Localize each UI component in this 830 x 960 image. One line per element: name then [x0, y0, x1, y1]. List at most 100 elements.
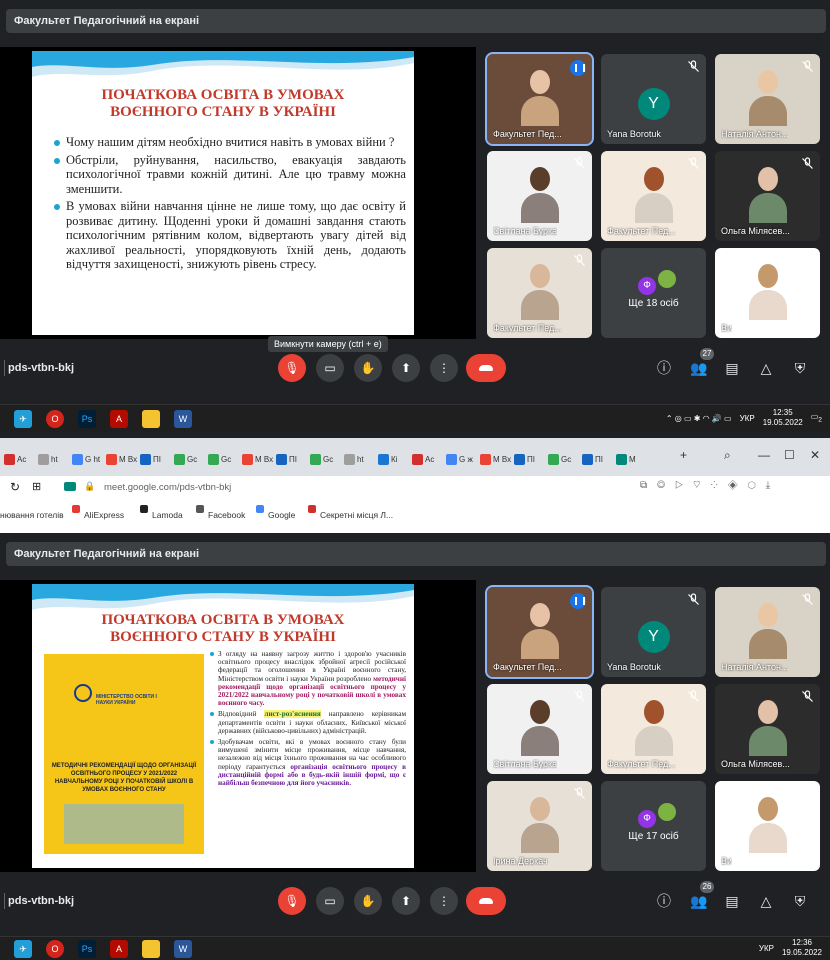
- search-tabs-icon[interactable]: ⌕: [724, 448, 731, 463]
- participant-tile[interactable]: Ви: [715, 248, 820, 338]
- browser-tab[interactable]: Gc: [548, 450, 571, 468]
- lock-icon[interactable]: 🔒: [84, 481, 95, 492]
- participant-tile[interactable]: Світлана Бурка: [487, 684, 592, 774]
- participant-video: [634, 700, 673, 756]
- participant-tile[interactable]: Факультет Пед...: [601, 684, 706, 774]
- chat-icon[interactable]: ▤: [724, 360, 740, 376]
- reload-icon[interactable]: ↻: [10, 480, 20, 494]
- browser-tab[interactable]: M: [616, 450, 636, 468]
- opera-icon[interactable]: O: [46, 409, 64, 428]
- participant-tile[interactable]: Y Yana Borotuk: [601, 587, 706, 677]
- raise-hand-button[interactable]: ✋: [354, 354, 382, 382]
- browser-tab[interactable]: G ж: [446, 450, 473, 468]
- bookmark-item[interactable]: Lamoda: [140, 505, 183, 520]
- minimize-button[interactable]: —: [758, 448, 770, 462]
- raise-hand-button[interactable]: ✋: [354, 887, 382, 915]
- maximize-button[interactable]: ☐: [784, 448, 795, 462]
- participant-tile[interactable]: Ви: [715, 781, 820, 871]
- telegram-icon[interactable]: ✈: [14, 939, 32, 958]
- browser-tab[interactable]: ПІ: [276, 450, 297, 468]
- opera-icon[interactable]: O: [46, 939, 64, 958]
- bookmark-item[interactable]: AliExpress: [72, 505, 124, 520]
- browser-tab[interactable]: ПІ: [582, 450, 603, 468]
- activities-icon[interactable]: △: [758, 893, 774, 909]
- camera-button[interactable]: ▭: [316, 887, 344, 915]
- browser-tab[interactable]: Gc: [174, 450, 197, 468]
- browser-tab[interactable]: Ac: [412, 450, 434, 468]
- host-controls-icon[interactable]: ⛨: [792, 360, 808, 376]
- participant-tile[interactable]: Ф Ще 18 осіб: [601, 248, 706, 338]
- participant-tile[interactable]: Наталія Антон...: [715, 587, 820, 677]
- photoshop-icon[interactable]: Ps: [78, 409, 96, 428]
- info-icon[interactable]: ⓘ: [656, 360, 672, 376]
- browser-tab[interactable]: M Вх: [106, 450, 137, 468]
- acrobat-icon[interactable]: A: [110, 409, 128, 428]
- language-indicator[interactable]: УКР: [740, 414, 755, 423]
- camera-button[interactable]: ▭: [316, 354, 344, 382]
- browser-tab[interactable]: ht: [38, 450, 58, 468]
- people-icon[interactable]: 👥: [690, 893, 707, 909]
- mic-off-button[interactable]: 🎙: [278, 887, 306, 915]
- acrobat-icon[interactable]: A: [110, 939, 128, 958]
- participant-tile[interactable]: Y Yana Borotuk: [601, 54, 706, 144]
- browser-tab[interactable]: Кі: [378, 450, 397, 468]
- word-icon[interactable]: W: [174, 409, 192, 428]
- browser-tab[interactable]: ht: [344, 450, 364, 468]
- tray-icons[interactable]: ⌃ ◎ ▭ ✱ ◠ 🔊 ▭: [666, 414, 732, 423]
- clock[interactable]: 12:35 19.05.2022: [763, 408, 803, 428]
- more-options-button[interactable]: ⋮: [430, 887, 458, 915]
- bookmark-item[interactable]: Секретні місця Л...: [308, 505, 393, 520]
- participant-tile[interactable]: Факультет Пед...: [487, 248, 592, 338]
- people-icon[interactable]: 👥: [690, 360, 707, 376]
- participant-tile[interactable]: Ірина Деркач: [487, 781, 592, 871]
- participant-tile[interactable]: Ольга Мілясев...: [715, 151, 820, 241]
- new-tab-button[interactable]: +: [680, 448, 687, 462]
- language-indicator[interactable]: УКР: [759, 944, 774, 953]
- bookmark-item[interactable]: Google: [256, 505, 295, 520]
- participant-tile[interactable]: Наталія Антон...: [715, 54, 820, 144]
- present-icon: ⬆: [400, 894, 412, 908]
- mic-muted-icon: [801, 254, 814, 267]
- browser-tab[interactable]: Ac: [4, 450, 26, 468]
- participant-tile[interactable]: Факультет Пед...: [485, 585, 594, 679]
- body: [634, 193, 673, 223]
- participant-tile[interactable]: Факультет Пед...: [485, 52, 594, 146]
- word-icon[interactable]: W: [174, 939, 192, 958]
- chat-icon[interactable]: ▤: [724, 893, 740, 909]
- mic-off-button[interactable]: 🎙: [278, 354, 306, 382]
- notification-icon[interactable]: ▭2: [811, 412, 822, 424]
- participant-tile[interactable]: Світлана Бурка: [487, 151, 592, 241]
- browser-tab[interactable]: Gc: [310, 450, 333, 468]
- activities-icon[interactable]: △: [758, 360, 774, 376]
- body: [748, 193, 787, 223]
- browser-tab[interactable]: M Вх: [480, 450, 511, 468]
- file-explorer-icon[interactable]: [142, 939, 160, 958]
- participant-tile[interactable]: Факультет Пед...: [601, 151, 706, 241]
- participant-name: Факультет Пед...: [493, 323, 562, 333]
- url-field[interactable]: meet.google.com/pds-vtbn-bkj: [104, 482, 231, 493]
- mic-muted-icon: [801, 157, 814, 170]
- present-button[interactable]: ⬆: [392, 354, 420, 382]
- browser-tab[interactable]: ПІ: [514, 450, 535, 468]
- more-options-button[interactable]: ⋮: [430, 354, 458, 382]
- info-icon[interactable]: ⓘ: [656, 893, 672, 909]
- toolbar-icons[interactable]: ⧉◎▷♡⁘◈⬡⤓: [640, 480, 780, 491]
- apps-grid-icon[interactable]: ⊞: [32, 480, 41, 493]
- body: [520, 629, 559, 659]
- bookmark-item[interactable]: Facebook: [196, 505, 245, 520]
- hang-up-button[interactable]: [466, 354, 506, 382]
- file-explorer-icon[interactable]: [142, 409, 160, 428]
- photoshop-icon[interactable]: Ps: [78, 939, 96, 958]
- hang-up-button[interactable]: [466, 887, 506, 915]
- browser-tab[interactable]: Gc: [208, 450, 231, 468]
- host-controls-icon[interactable]: ⛨: [792, 893, 808, 909]
- browser-tab[interactable]: M Вх: [242, 450, 273, 468]
- browser-tab[interactable]: G ht: [72, 450, 100, 468]
- browser-tab[interactable]: ПІ: [140, 450, 161, 468]
- clock[interactable]: 12:36 19.05.2022: [782, 938, 822, 958]
- participant-tile[interactable]: Ольга Мілясев...: [715, 684, 820, 774]
- present-button[interactable]: ⬆: [392, 887, 420, 915]
- participant-tile[interactable]: Ф Ще 17 осіб: [601, 781, 706, 871]
- telegram-icon[interactable]: ✈: [14, 409, 32, 428]
- close-button[interactable]: ✕: [810, 448, 820, 462]
